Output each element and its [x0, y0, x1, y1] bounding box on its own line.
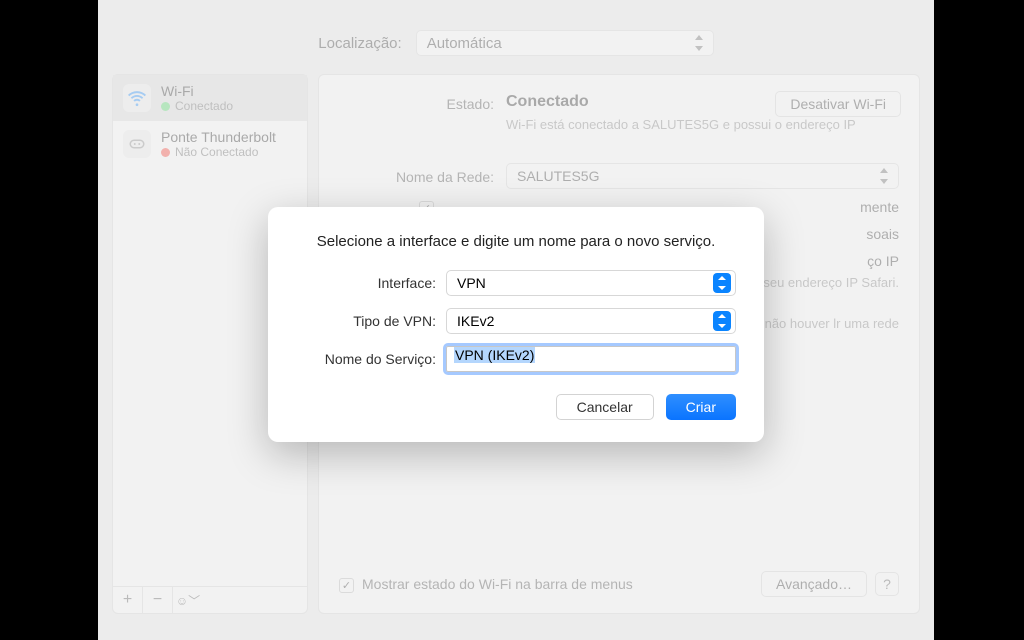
interface-label: Interface: — [296, 275, 436, 291]
service-name-value: VPN (IKEv2) — [454, 347, 535, 363]
create-button[interactable]: Criar — [666, 394, 736, 420]
vpn-type-select[interactable]: IKEv2 — [446, 308, 736, 334]
service-name-input[interactable]: VPN (IKEv2) — [446, 346, 736, 372]
vpn-type-label: Tipo de VPN: — [296, 313, 436, 329]
interface-select[interactable]: VPN — [446, 270, 736, 296]
modal-title: Selecione a interface e digite um nome p… — [296, 233, 736, 250]
vpn-type-value: IKEv2 — [457, 313, 494, 329]
cancel-button[interactable]: Cancelar — [556, 394, 654, 420]
chevron-updown-icon — [713, 273, 731, 293]
new-service-modal: Selecione a interface e digite um nome p… — [268, 207, 764, 442]
network-preferences-window: Localização: Automática Wi-Fi Conectado — [98, 0, 934, 640]
interface-value: VPN — [457, 275, 486, 291]
service-name-label: Nome do Serviço: — [296, 351, 436, 367]
chevron-updown-icon — [713, 311, 731, 331]
